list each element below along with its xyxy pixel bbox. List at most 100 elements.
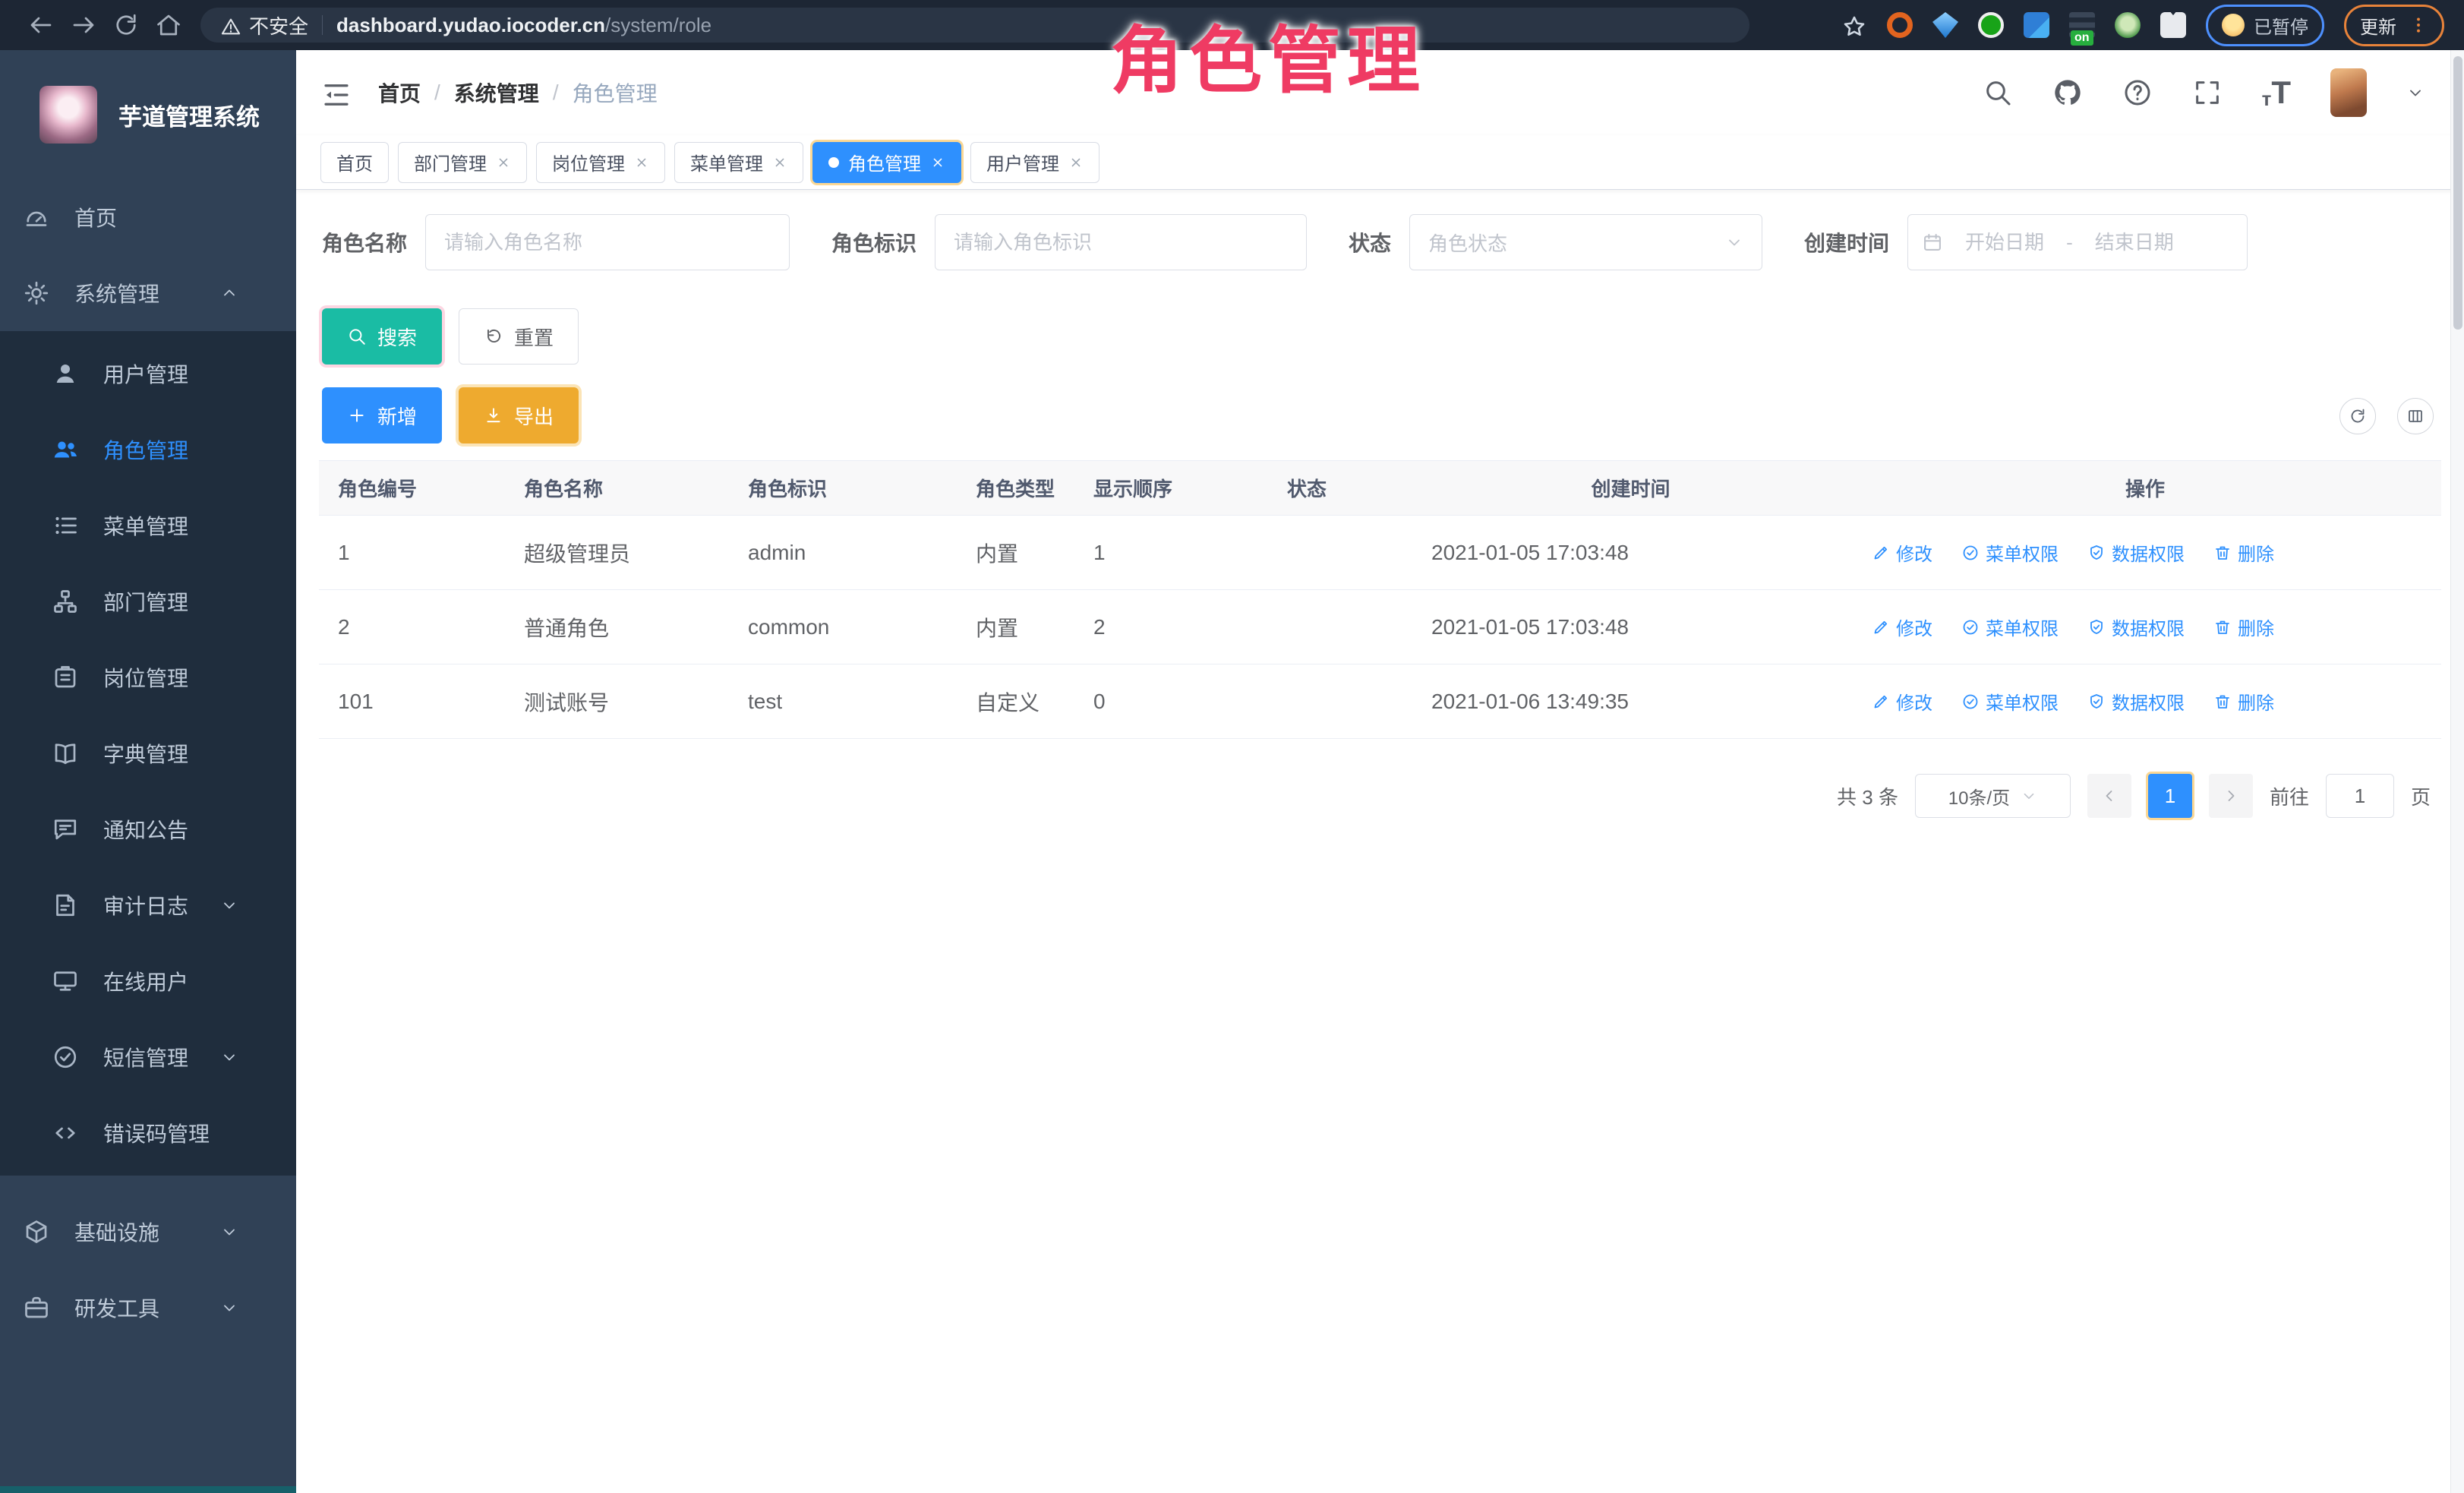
menu-permission-link[interactable]: 菜单权限 (1961, 614, 2059, 640)
sidebar-item-label: 审计日志 (103, 890, 188, 920)
browser-update-button[interactable]: 更新 (2344, 5, 2444, 46)
browser-forward-button[interactable] (62, 4, 105, 46)
trash-icon (2213, 693, 2232, 711)
extension-icon-2[interactable] (1932, 12, 1958, 38)
url-domain[interactable]: dashboard.yudao.iocoder.cn (336, 14, 605, 37)
column-header-actions: 操作 (1849, 474, 2441, 502)
next-page-button[interactable] (2209, 774, 2253, 818)
sidebar-item-system[interactable]: 系统管理 (0, 255, 296, 331)
sidebar-item-departments[interactable]: 部门管理 (0, 563, 296, 639)
chevron-down-icon[interactable] (2406, 84, 2425, 102)
browser-reload-button[interactable] (105, 4, 147, 46)
users-icon (52, 436, 79, 463)
sidebar-item-label: 研发工具 (74, 1293, 159, 1323)
shield-check-icon (2087, 618, 2106, 636)
sidebar-item-sms[interactable]: 短信管理 (0, 1019, 296, 1095)
edit-link[interactable]: 修改 (1872, 614, 1932, 640)
column-settings-button[interactable] (2397, 398, 2434, 434)
address-bar[interactable]: 不安全 dashboard.yudao.iocoder.cn /system/r… (200, 8, 1749, 43)
sidebar-item-infrastructure[interactable]: 基础设施 (0, 1194, 296, 1270)
tab-users[interactable]: 用户管理 (970, 142, 1099, 183)
reset-button[interactable]: 重置 (459, 308, 579, 365)
filter-form: 角色名称 角色标识 状态 角色状态 创建时间 - (296, 214, 2464, 270)
tab-roles[interactable]: 角色管理 (812, 142, 961, 183)
edit-link[interactable]: 修改 (1872, 688, 1932, 715)
page-size-select[interactable]: 10条/页 (1915, 774, 2071, 818)
data-permission-link[interactable]: 数据权限 (2087, 539, 2185, 566)
active-dot-icon (828, 157, 839, 168)
close-icon[interactable] (496, 155, 511, 170)
extensions-puzzle-icon[interactable] (2160, 12, 2186, 38)
bookmark-star-icon[interactable] (1841, 11, 1867, 40)
table-row: 1 超级管理员 admin 内置 1 2021-01-05 17:03:48 修… (319, 516, 2441, 590)
sidebar-item-home[interactable]: 首页 (0, 179, 296, 255)
browser-home-button[interactable] (147, 4, 190, 46)
export-button[interactable]: 导出 (459, 387, 579, 443)
github-icon[interactable] (2052, 77, 2083, 108)
refresh-button[interactable] (2339, 398, 2376, 434)
start-date-input[interactable] (1948, 231, 2062, 254)
sidebar-item-dictionary[interactable]: 字典管理 (0, 715, 296, 791)
extension-icon-3[interactable] (1978, 12, 2004, 38)
sidebar-item-online-users[interactable]: 在线用户 (0, 943, 296, 1019)
chevron-down-icon (220, 1223, 238, 1241)
search-button[interactable]: 搜索 (322, 308, 442, 365)
data-permission-link[interactable]: 数据权限 (2087, 614, 2185, 640)
sidebar-item-posts[interactable]: 岗位管理 (0, 639, 296, 715)
vertical-scrollbar[interactable] (2450, 50, 2464, 1493)
tab-posts[interactable]: 岗位管理 (536, 142, 665, 183)
not-secure-label[interactable]: 不安全 (249, 11, 308, 39)
tab-home[interactable]: 首页 (320, 142, 389, 183)
delete-link[interactable]: 删除 (2213, 688, 2274, 715)
prev-page-button[interactable] (2087, 774, 2131, 818)
menu-permission-link[interactable]: 菜单权限 (1961, 688, 2059, 715)
breadcrumb-system[interactable]: 系统管理 (454, 77, 539, 108)
extension-icon-4[interactable] (2024, 12, 2049, 38)
add-button[interactable]: 新增 (322, 387, 442, 443)
help-icon[interactable] (2122, 77, 2153, 108)
avatar[interactable] (2330, 68, 2367, 117)
tab-departments[interactable]: 部门管理 (398, 142, 527, 183)
breadcrumb-home[interactable]: 首页 (378, 77, 421, 108)
tab-menus[interactable]: 菜单管理 (674, 142, 803, 183)
search-icon[interactable] (1983, 77, 2013, 108)
sidebar-item-menus[interactable]: 菜单管理 (0, 488, 296, 563)
font-size-icon[interactable]: тT (2262, 77, 2291, 109)
app-logo-row[interactable]: 芋道管理系统 (0, 50, 296, 179)
trash-icon (2213, 618, 2232, 636)
sidebar-item-roles[interactable]: 角色管理 (0, 412, 296, 488)
sidebar-toggle-icon[interactable] (320, 74, 352, 111)
sidebar-item-audit-log[interactable]: 审计日志 (0, 867, 296, 943)
sidebar-item-users[interactable]: 用户管理 (0, 336, 296, 412)
close-icon[interactable] (634, 155, 649, 170)
url-path[interactable]: /system/role (605, 14, 711, 37)
menu-permission-link[interactable]: 菜单权限 (1961, 539, 2059, 566)
edit-link[interactable]: 修改 (1872, 539, 1932, 566)
role-name-input[interactable] (425, 214, 790, 270)
end-date-input[interactable] (2078, 231, 2191, 254)
close-icon[interactable] (1068, 155, 1084, 170)
book-icon (52, 740, 79, 767)
delete-link[interactable]: 删除 (2213, 539, 2274, 566)
role-key-input[interactable] (935, 214, 1307, 270)
close-icon[interactable] (772, 155, 787, 170)
scrollbar-thumb[interactable] (2453, 56, 2462, 330)
status-select[interactable]: 角色状态 (1409, 214, 1762, 270)
delete-link[interactable]: 删除 (2213, 614, 2274, 640)
org-tree-icon (52, 588, 79, 615)
page-number-current[interactable]: 1 (2148, 774, 2192, 818)
data-permission-link[interactable]: 数据权限 (2087, 688, 2185, 715)
fullscreen-icon[interactable] (2192, 77, 2223, 108)
profile-paused-badge[interactable]: 已暂停 (2206, 5, 2324, 46)
extension-icon-1[interactable] (1887, 12, 1913, 38)
extension-icon-5[interactable]: on (2069, 12, 2095, 38)
sidebar-item-error-codes[interactable]: 错误码管理 (0, 1095, 296, 1171)
date-range-picker[interactable]: - (1907, 214, 2248, 270)
goto-page-input[interactable] (2326, 774, 2394, 818)
close-icon[interactable] (930, 155, 945, 170)
sidebar-item-notices[interactable]: 通知公告 (0, 791, 296, 867)
sidebar-item-dev-tools[interactable]: 研发工具 (0, 1270, 296, 1346)
breadcrumb-separator: / (553, 80, 559, 105)
extension-icon-6[interactable] (2115, 12, 2141, 38)
browser-back-button[interactable] (20, 4, 62, 46)
